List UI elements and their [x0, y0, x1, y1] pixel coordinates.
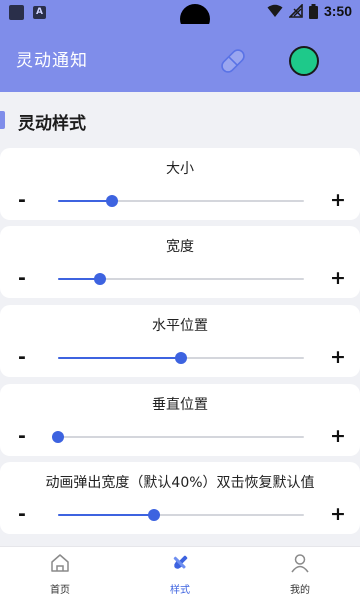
slider-label: 垂直位置 [152, 397, 208, 413]
app-notification-icon [9, 5, 24, 20]
increase-button[interactable]: + [328, 502, 348, 526]
profile-icon [291, 554, 309, 573]
app-title: 灵动通知 [16, 51, 88, 71]
slider-label: 大小 [166, 161, 194, 177]
battery-icon [308, 3, 318, 19]
slider-track[interactable] [58, 352, 304, 364]
slider-card-popup-width: 动画弹出宽度（默认40%）双击恢复默认值 - + [0, 462, 360, 534]
slider-track[interactable] [58, 273, 304, 285]
slider-fill [58, 514, 154, 516]
bottom-nav: 首页 样式 我的 [0, 546, 360, 600]
status-time: 3:50 [323, 3, 352, 19]
slider-thumb[interactable] [106, 195, 119, 207]
slider-track[interactable] [52, 431, 304, 443]
slider-thumb[interactable] [52, 431, 64, 443]
increase-button[interactable]: + [328, 188, 348, 212]
decrease-button[interactable]: - [12, 424, 32, 448]
slider-label: 水平位置 [152, 318, 208, 334]
wifi-icon [267, 4, 283, 17]
decrease-button[interactable]: - [12, 345, 32, 369]
section-header: 灵动样式 [0, 102, 360, 138]
increase-button[interactable]: + [328, 424, 348, 448]
increase-button[interactable]: + [328, 266, 348, 290]
slider-track[interactable] [58, 509, 304, 521]
status-toggle-button[interactable] [289, 46, 319, 76]
decrease-button[interactable]: - [12, 266, 32, 290]
nav-label-profile: 我的 [290, 585, 310, 596]
nav-item-profile[interactable]: 我的 [260, 547, 340, 600]
decrease-button[interactable]: - [12, 188, 32, 212]
home-icon [51, 554, 69, 572]
slider-label: 宽度 [166, 239, 194, 255]
system-tray: 3:50 [267, 3, 352, 19]
nav-item-style[interactable]: 样式 [140, 547, 220, 600]
slider-thumb[interactable] [147, 509, 160, 521]
slider-card-horizontal-position: 水平位置 - + [0, 305, 360, 377]
slider-card-size: 大小 - + [0, 148, 360, 220]
slider-track[interactable] [58, 195, 304, 207]
slider-fill [58, 357, 181, 359]
slider-thumb[interactable] [93, 273, 106, 285]
section-title: 灵动样式 [18, 114, 86, 134]
signal-icon [288, 4, 303, 18]
decrease-button[interactable]: - [12, 502, 32, 526]
increase-button[interactable]: + [328, 345, 348, 369]
slider-fill [58, 200, 113, 202]
app-bar: 灵动通知 [0, 24, 360, 92]
a-notification-icon: A [33, 6, 46, 19]
slider-label: 动画弹出宽度（默认40%）双击恢复默认值 [45, 475, 315, 491]
status-bar: A 3:50 [0, 0, 360, 34]
slider-thumb[interactable] [175, 352, 187, 364]
nav-label-home: 首页 [50, 585, 70, 596]
nav-label-style: 样式 [170, 585, 190, 596]
pill-icon[interactable] [217, 45, 249, 77]
brush-icon [173, 555, 188, 569]
section-marker [0, 111, 5, 129]
slider-card-vertical-position: 垂直位置 - + [0, 384, 360, 456]
nav-item-home[interactable]: 首页 [20, 547, 100, 600]
slider-card-width: 宽度 - + [0, 226, 360, 298]
